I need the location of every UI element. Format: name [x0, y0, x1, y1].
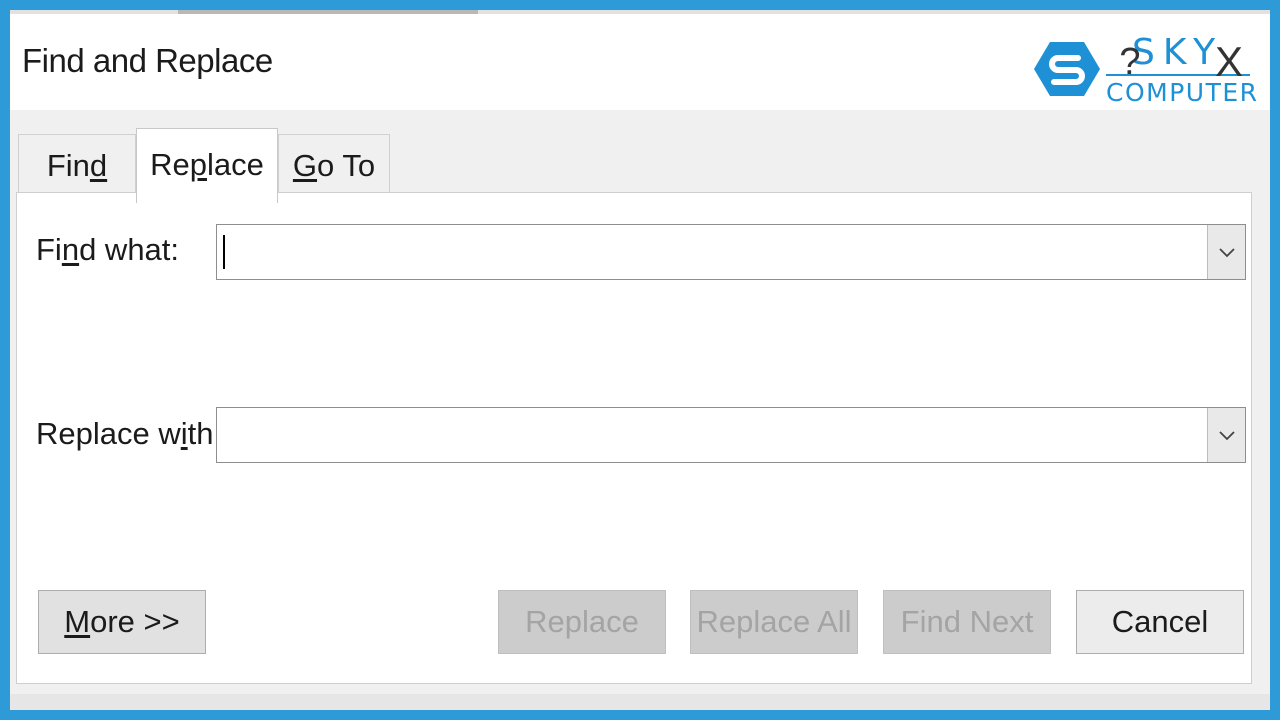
tab-find[interactable]: Find: [18, 134, 136, 193]
close-button[interactable]: X: [1206, 32, 1252, 92]
replace-all-button[interactable]: Replace All: [690, 590, 858, 654]
tab-go-to-label-accel: G: [292, 148, 318, 183]
find-what-label: Find what:: [36, 232, 179, 268]
find-replace-dialog: Find and Replace SKY COMPUTER ? X Find R…: [10, 10, 1270, 710]
find-what-dropdown-button[interactable]: [1207, 225, 1245, 279]
replace-with-combobox[interactable]: [216, 407, 1246, 463]
tab-go-to-label-post: o To: [317, 148, 376, 183]
tab-find-label-accel: d: [89, 148, 108, 183]
more-button-accel: M: [64, 604, 91, 639]
text-caret: [223, 235, 225, 269]
more-button[interactable]: More >>: [38, 590, 206, 654]
more-button-label: ore >>: [90, 604, 180, 639]
help-button[interactable]: ?: [1110, 32, 1150, 92]
title-bar: Find and Replace SKY COMPUTER ? X: [10, 14, 1270, 110]
chevron-down-icon: [1219, 431, 1235, 441]
find-what-label-pre: Fi: [36, 232, 62, 267]
replace-button[interactable]: Replace: [498, 590, 666, 654]
dialog-bottom-edge: [10, 694, 1270, 710]
find-next-button[interactable]: Find Next: [883, 590, 1051, 654]
tab-go-to[interactable]: Go To: [278, 134, 390, 193]
find-what-label-post: d what:: [79, 232, 180, 267]
replace-with-input[interactable]: [217, 408, 1197, 462]
replace-with-label-accel: i: [180, 416, 188, 451]
chevron-down-icon: [1219, 248, 1235, 258]
tab-replace-label-accel: p: [189, 147, 207, 182]
find-what-label-accel: n: [61, 232, 80, 267]
replace-with-label-pre: Replace w: [36, 416, 181, 451]
cancel-button[interactable]: Cancel: [1076, 590, 1244, 654]
tab-replace-label-post: lace: [207, 147, 264, 182]
replace-with-label: Replace with:: [36, 416, 222, 452]
dialog-title: Find and Replace: [22, 42, 273, 79]
replace-with-dropdown-button[interactable]: [1207, 408, 1245, 462]
tab-replace-label-pre: Re: [150, 147, 190, 182]
logo-mark-icon: [1034, 42, 1100, 96]
tab-replace[interactable]: Replace: [136, 128, 278, 203]
find-what-input[interactable]: [217, 225, 1197, 279]
tab-find-label-pre: Fin: [46, 148, 90, 183]
find-what-combobox[interactable]: [216, 224, 1246, 280]
